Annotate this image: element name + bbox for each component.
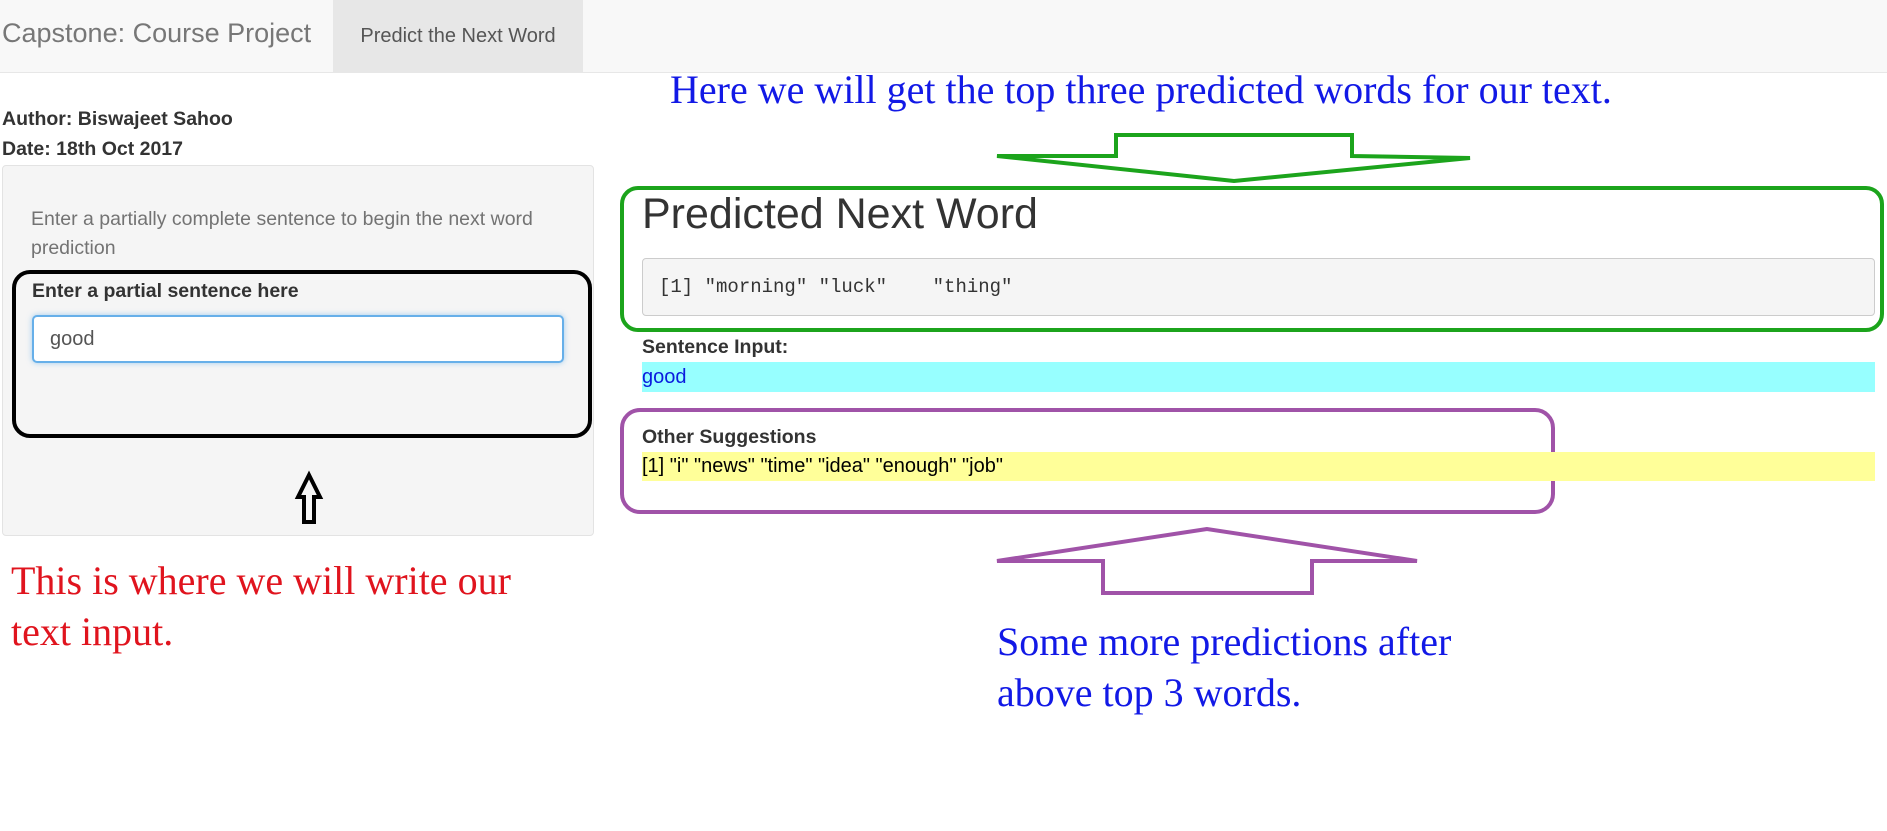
sentence-input-heading: Sentence Input: (642, 336, 789, 358)
other-suggestions-heading: Other Suggestions (642, 426, 817, 448)
left-annotation: This is where we will write our text inp… (11, 558, 511, 654)
bottom-annotation: Some more predictions after above top 3 … (997, 619, 1452, 715)
green-down-arrow-icon (996, 133, 1471, 184)
predicted-output: [1] "morning" "luck" "thing" (642, 258, 1875, 316)
other-suggestions-value: [1] "i" "news" "time" "idea" "enough" "j… (642, 452, 1875, 481)
black-up-arrow-icon (294, 470, 324, 524)
predicted-next-word-heading: Predicted Next Word (642, 190, 1038, 238)
purple-up-arrow-icon (996, 526, 1418, 595)
top-annotation: Here we will get the top three predicted… (670, 67, 1612, 112)
sentence-input-value: good (642, 362, 1875, 392)
